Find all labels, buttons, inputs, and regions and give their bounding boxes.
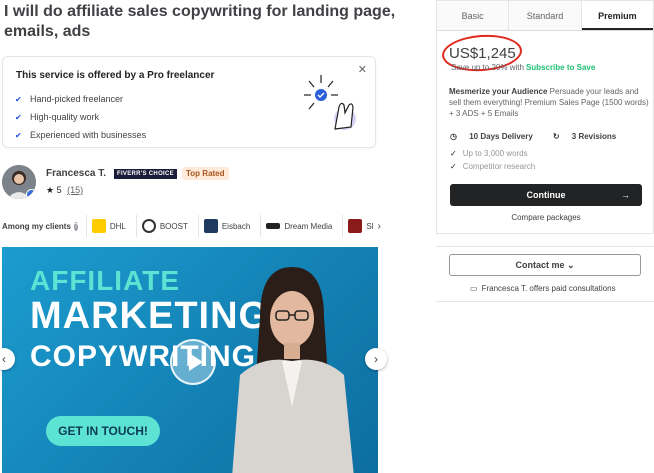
subscribe-to-save-link[interactable]: Subscribe to Save: [526, 63, 595, 72]
client-logo-dream-media: Dream Media: [260, 215, 332, 237]
check-icon: ✔: [15, 130, 22, 140]
avatar[interactable]: [2, 165, 36, 199]
review-count-link[interactable]: (15): [67, 185, 83, 195]
continue-button[interactable]: Continue →: [450, 184, 642, 206]
list-item: ✔ Hand-picked freelancer: [15, 94, 124, 104]
online-status-badge: [26, 189, 36, 199]
contact-section: Contact me ⌄ ▭ Francesca T. offers paid c…: [436, 246, 654, 302]
clients-label: Among my clients: [2, 221, 71, 231]
package-desc-title: Mesmerize your Audience: [449, 87, 548, 96]
client-logo-dhl: DHL: [85, 215, 126, 237]
revisions: ↻ 3 Revisions: [552, 132, 617, 141]
client-logo-sl: Sl: [342, 215, 373, 237]
seller-overview: Francesca T. FIVERR'S CHOICE Top Rated ★…: [2, 164, 382, 204]
eisbach-logo-icon: [203, 219, 218, 233]
gig-video-player[interactable]: AFFILIATE MARKETING COPYWRITING GET IN T…: [2, 247, 378, 473]
seller-rating: ★ 5 (15): [46, 185, 83, 196]
pro-banner-heading: This service is offered by a Pro freelan…: [16, 70, 215, 81]
package-description: Mesmerize your Audience Persuade your le…: [449, 86, 649, 119]
pro-hand-illustration-icon: [304, 75, 356, 130]
clients-strip: Among my clients ? DHL BOOST Eisbach Dre…: [2, 214, 381, 238]
client-logo-eisbach: Eisbach: [197, 215, 250, 237]
boost-logo-icon: [141, 219, 156, 233]
close-icon[interactable]: ✕: [358, 63, 367, 76]
chevron-right-icon[interactable]: ›: [365, 348, 387, 370]
arrow-right-icon: →: [621, 190, 630, 200]
refresh-icon: ↻: [552, 132, 560, 141]
chevron-right-icon[interactable]: ›: [377, 221, 380, 232]
client-logo-boost: BOOST: [135, 215, 188, 237]
rating-value: 5: [56, 185, 62, 195]
clock-icon: ◷: [450, 132, 457, 141]
play-button[interactable]: [170, 339, 216, 385]
pro-freelancer-banner: This service is offered by a Pro freelan…: [2, 56, 376, 148]
video-cta-text: GET IN TOUCH!: [46, 416, 160, 446]
pro-benefits-list: ✔ Hand-picked freelancer ✔ High-quality wo…: [15, 90, 146, 144]
check-icon: ✓: [450, 149, 457, 158]
woman-portrait-image: [232, 267, 354, 473]
seller-name[interactable]: Francesca T.: [46, 168, 106, 179]
tab-standard[interactable]: Standard: [509, 1, 582, 30]
delivery-time: ◷ 10 Days Delivery: [450, 132, 533, 141]
tab-basic[interactable]: Basic: [437, 1, 510, 30]
chevron-down-icon: ⌄: [566, 260, 575, 270]
consultation-note: ▭ Francesca T. offers paid consultations: [470, 284, 616, 293]
dhl-logo-icon: [91, 219, 106, 233]
video-camera-icon: ▭: [470, 284, 478, 293]
check-icon: ✔: [15, 112, 22, 122]
feature-item: ✓ Up to 3,000 words: [450, 149, 528, 158]
sl-logo-icon: [348, 219, 363, 233]
package-tabs: Basic Standard Premium: [437, 1, 653, 31]
fiverrs-choice-badge: FIVERR'S CHOICE: [114, 169, 177, 179]
top-rated-badge: Top Rated: [182, 167, 229, 180]
package-meta: ◷ 10 Days Delivery ↻ 3 Revisions: [450, 132, 636, 141]
list-item: ✔ Experienced with businesses: [15, 130, 147, 140]
check-icon: ✓: [450, 162, 457, 171]
dream-media-logo-icon: [266, 223, 281, 229]
star-icon: ★: [46, 185, 55, 195]
contact-me-button[interactable]: Contact me ⌄: [449, 254, 641, 276]
help-icon[interactable]: ?: [73, 221, 78, 231]
tab-premium[interactable]: Premium: [581, 1, 653, 30]
save-note: Save up to 20% with Subscribe to Save: [451, 63, 596, 72]
list-item: ✔ High-quality work: [15, 112, 100, 122]
compare-packages-link[interactable]: Compare packages: [437, 213, 654, 222]
package-panel: Basic Standard Premium US$1,245 Save up …: [436, 0, 654, 234]
feature-item: ✓ Competitor research: [450, 162, 536, 171]
video-text-line1: AFFILIATE: [30, 265, 181, 296]
gig-title: I will do affiliate sales copywriting fo…: [4, 3, 396, 40]
check-icon: ✔: [15, 94, 22, 104]
